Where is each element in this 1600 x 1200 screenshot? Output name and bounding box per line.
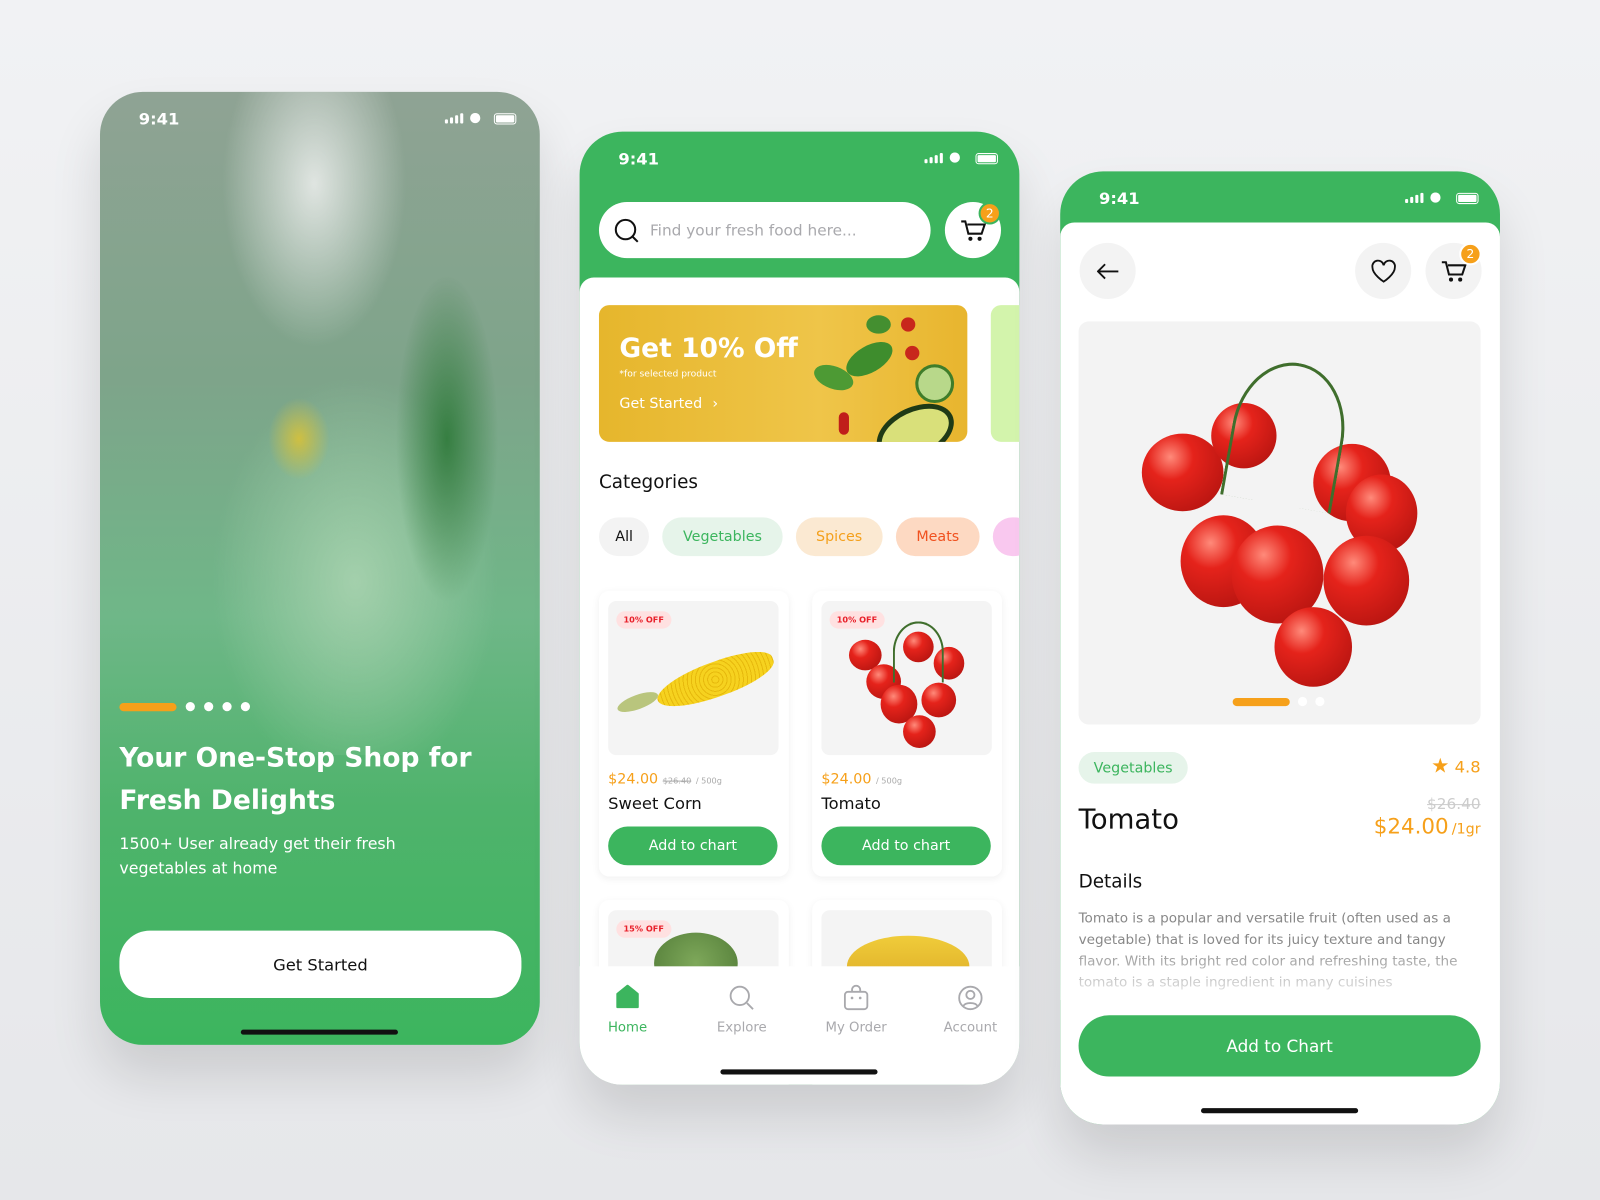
discount-badge: 10% OFF xyxy=(829,611,885,629)
category-chip-more[interactable] xyxy=(992,517,1020,557)
status-time: 9:41 xyxy=(138,109,180,129)
discount-badge: 10% OFF xyxy=(616,611,672,629)
pager-dot xyxy=(1315,696,1325,707)
onboarding-subtitle: 1500+ User already get their fresh veget… xyxy=(119,834,396,878)
product-card[interactable]: 10% OFF $24.00 $26.40 / 500g Sweet Corn … xyxy=(598,590,789,877)
nav-home[interactable]: Home xyxy=(582,984,674,1036)
add-to-cart-button[interactable]: Add to Chart xyxy=(1078,1015,1481,1077)
categories-heading: Categories xyxy=(598,471,698,493)
home-indicator xyxy=(240,1029,398,1035)
product-price-row: $24.00 $26.40 / 500g xyxy=(608,771,722,788)
wifi-icon: ● xyxy=(948,149,961,166)
signal-icon xyxy=(444,113,464,124)
battery-icon xyxy=(1456,192,1479,205)
category-chip-spices[interactable]: Spices xyxy=(795,517,883,557)
pager-active xyxy=(1232,697,1290,706)
pager-dot xyxy=(222,702,232,712)
add-to-cart-button[interactable]: Add to chart xyxy=(608,826,778,866)
category-chip-meats[interactable]: Meats xyxy=(895,517,980,557)
price: $24.00/1gr xyxy=(1373,814,1481,839)
bag-icon xyxy=(843,984,869,1011)
cart-button[interactable]: 2 xyxy=(944,202,1002,259)
discount-badge: 15% OFF xyxy=(616,920,672,938)
product-name: Sweet Corn xyxy=(608,793,702,814)
product-name: Tomato xyxy=(821,793,881,814)
onboarding-screen: 9:41 ● Your One-Stop Shop for Fresh Deli… xyxy=(99,91,540,1045)
old-price: $26.40 xyxy=(1427,794,1481,814)
product-detail-screen: 9:41 ● 2 Vegetables ★ 4.8 $26.40 Tomato … xyxy=(1060,171,1500,1125)
product-title: Tomato xyxy=(1078,804,1179,836)
details-heading: Details xyxy=(1078,871,1143,893)
home-content: Get 10% Off *for selected product Get St… xyxy=(579,277,1020,1085)
next-banner-peek[interactable] xyxy=(990,305,1020,442)
battery-icon xyxy=(975,153,998,165)
search-placeholder: Find your fresh food here... xyxy=(649,220,857,240)
cart-badge: 2 xyxy=(978,202,1002,225)
signal-icon xyxy=(924,153,943,164)
wifi-icon: ● xyxy=(1429,189,1442,206)
chevron-right-icon: › xyxy=(712,395,719,413)
category-chip-vegetables[interactable]: Vegetables xyxy=(662,517,783,557)
gallery-pager[interactable] xyxy=(1232,696,1325,707)
category-chip-all[interactable]: All xyxy=(598,517,650,557)
description-fade xyxy=(1060,942,1500,1000)
add-to-cart-button[interactable]: Add to chart xyxy=(821,826,991,866)
search-icon xyxy=(729,985,754,1010)
product-image-corn: 10% OFF xyxy=(608,601,779,756)
user-icon xyxy=(958,985,983,1011)
banner-veg-image xyxy=(803,305,967,442)
product-image-tomato: 10% OFF xyxy=(821,601,992,756)
battery-icon xyxy=(493,113,517,125)
banner-note: *for selected product xyxy=(619,369,717,380)
product-card[interactable]: 10% OFF $24.00 / 500g Tomato Add to char… xyxy=(812,590,1003,877)
cart-badge: 2 xyxy=(1459,242,1482,266)
pager-active xyxy=(119,702,177,711)
arrow-left-icon xyxy=(1096,263,1118,279)
nav-my-order[interactable]: My Order xyxy=(810,984,902,1036)
home-indicator xyxy=(1201,1108,1359,1114)
detail-content: 2 Vegetables ★ 4.8 $26.40 Tomato $24.00/ xyxy=(1060,222,1500,1125)
category-chips: All Vegetables Spices Meats xyxy=(598,517,1020,557)
banner-cta[interactable]: Get Started › xyxy=(619,396,718,412)
search-icon xyxy=(614,218,639,243)
nav-account[interactable]: Account xyxy=(924,985,1016,1036)
signal-icon xyxy=(1405,192,1424,204)
star-icon: ★ xyxy=(1431,753,1450,778)
product-price-row: $24.00 / 500g xyxy=(821,771,903,788)
status-time: 9:41 xyxy=(1098,188,1140,209)
nav-explore[interactable]: Explore xyxy=(696,985,788,1036)
cart-button[interactable]: 2 xyxy=(1425,242,1482,299)
search-input[interactable]: Find your fresh food here... xyxy=(598,202,931,259)
home-indicator xyxy=(720,1069,878,1075)
pager-dot xyxy=(204,702,214,712)
banner-title: Get 10% Off xyxy=(619,333,798,365)
pager-dot xyxy=(240,702,250,712)
home-screen: 9:41 ● Find your fresh food here... 2 Ge… xyxy=(579,131,1020,1085)
status-time: 9:41 xyxy=(618,148,659,169)
rating: ★ 4.8 xyxy=(1431,753,1481,778)
pager-dot xyxy=(185,702,195,712)
promo-banner[interactable]: Get 10% Off *for selected product Get St… xyxy=(598,305,968,442)
category-chip[interactable]: Vegetables xyxy=(1078,752,1188,784)
product-image-gallery[interactable] xyxy=(1078,321,1481,725)
onboarding-title: Your One-Stop Shop for Fresh Delights xyxy=(119,742,472,817)
favorite-button[interactable] xyxy=(1355,242,1412,299)
pager-dot xyxy=(1297,696,1308,707)
get-started-button[interactable]: Get Started xyxy=(119,930,522,998)
hero-photo xyxy=(99,91,540,756)
bottom-nav: Home Explore My Order Account xyxy=(579,966,1020,1085)
onboarding-pager[interactable] xyxy=(119,702,250,712)
wifi-icon: ● xyxy=(469,110,481,126)
heart-icon xyxy=(1370,259,1396,283)
home-icon xyxy=(616,984,639,1009)
back-button[interactable] xyxy=(1079,242,1136,299)
